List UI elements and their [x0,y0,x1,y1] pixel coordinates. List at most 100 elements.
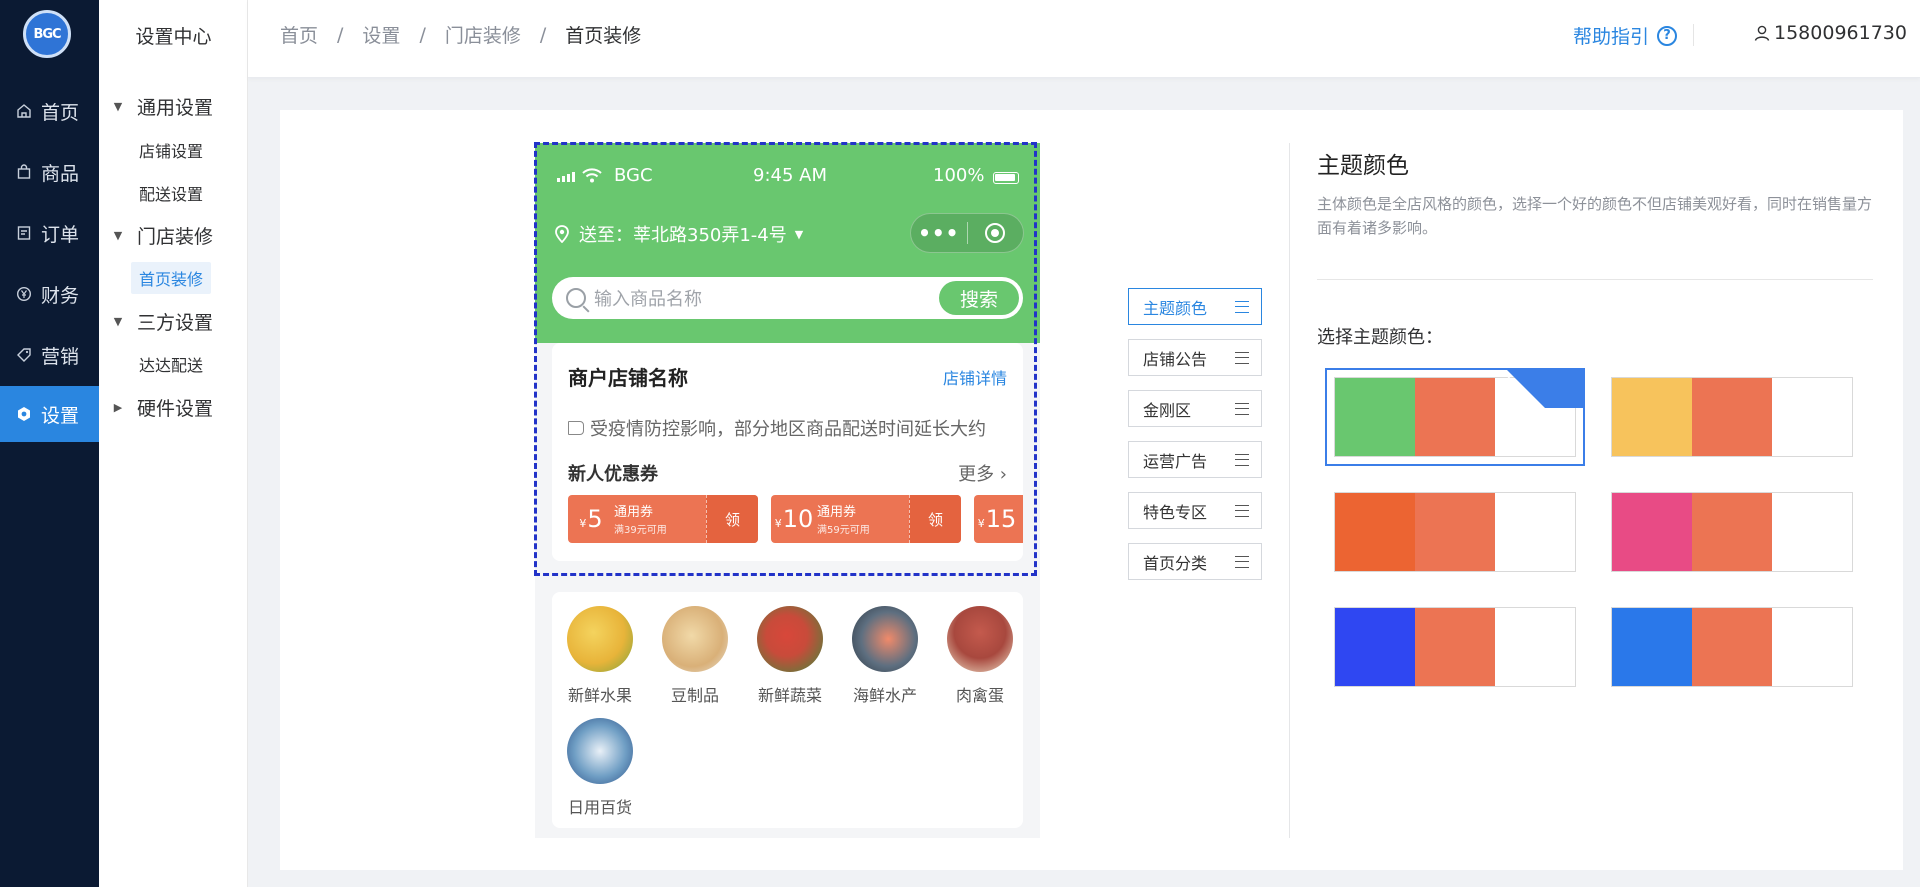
speaker-icon [568,421,584,435]
sidebar-item-delivery-settings[interactable]: 配送设置 [139,181,203,205]
coupon-card[interactable]: ¥5 通用券 满39元可用 领 [568,495,758,543]
swatch-secondary [1692,493,1772,571]
category-item[interactable]: 新鲜蔬菜 [750,606,830,706]
module-featured[interactable]: 特色专区 [1128,492,1262,529]
store-name: 商户店铺名称 [568,366,688,390]
category-image [757,606,823,672]
nav-item-label: 设置 [41,404,80,427]
drag-handle-icon[interactable] [1235,352,1249,364]
breadcrumb-item-store-decor[interactable]: 门店装修 [445,21,521,48]
nav-item-orders[interactable]: 订单 [0,205,99,261]
phone-top-section[interactable]: BGC 9:45 AM 100% 送至：莘北路350弄1-4号 ▼ ••• 输入… [534,142,1040,576]
coupon-card[interactable]: ¥15 [974,495,1023,543]
drag-handle-icon[interactable] [1235,301,1249,313]
nav-item-settings[interactable]: 设置 [0,386,99,442]
theme-swatch-orange[interactable] [1334,492,1576,572]
carrier-name: BGC [614,165,653,186]
category-item[interactable]: 海鲜水产 [845,606,925,706]
category-grid: 新鲜水果 豆制品 新鲜蔬菜 海鲜水产 肉禽蛋 日用百货 [552,592,1023,828]
wifi-icon [582,167,602,188]
coupon-amount: 10 [782,505,814,533]
swatch-primary [1335,608,1415,686]
category-label: 新鲜蔬菜 [757,686,822,705]
sidebar-title: 设置中心 [135,26,212,48]
coupon-section-title: 新人优惠券 [568,464,658,485]
theme-swatch-blue[interactable] [1611,607,1853,687]
sidebar-item-dada-delivery[interactable]: 达达配送 [139,352,203,376]
module-label: 运营广告 [1143,451,1208,471]
home-icon [16,103,32,119]
yen-icon [16,286,32,302]
sidebar-item-store-settings[interactable]: 店铺设置 [139,138,203,162]
category-item[interactable]: 肉禽蛋 [940,606,1020,706]
theme-swatch-pink[interactable] [1611,492,1853,572]
search-button[interactable]: 搜索 [939,281,1019,315]
category-image [567,606,633,672]
nav-item-finance[interactable]: 财务 [0,266,99,322]
panel-divider [1289,143,1290,838]
theme-swatch-indigo[interactable] [1334,607,1576,687]
theme-swatch-green[interactable]: ✓ [1325,368,1585,466]
drag-handle-icon[interactable] [1235,403,1249,415]
category-item[interactable]: 豆制品 [655,606,735,706]
category-label: 肉禽蛋 [955,686,1004,705]
category-item[interactable]: 新鲜水果 [560,606,640,706]
store-detail-link[interactable]: 店铺详情 [943,365,1007,389]
coupon-condition: 满39元可用 [614,525,667,536]
swatch-primary [1612,608,1692,686]
category-label: 新鲜水果 [567,686,632,705]
help-label: 帮助指引 [1573,26,1650,48]
module-ads[interactable]: 运营广告 [1128,441,1262,478]
header-divider [1693,24,1694,46]
close-target-icon[interactable] [967,223,1023,243]
nav-item-home[interactable]: 首页 [0,83,99,139]
breadcrumb-item-settings[interactable]: 设置 [362,21,400,48]
sidebar-group-general[interactable]: ▼ 通用设置 [109,93,213,120]
caret-right-icon: ▶ [113,401,123,414]
module-label: 店铺公告 [1143,349,1208,369]
breadcrumb-item-home[interactable]: 首页 [280,21,318,48]
delivery-address[interactable]: 送至：莘北路350弄1-4号 ▼ [555,221,803,247]
claim-coupon-button[interactable]: 领 [706,495,758,543]
coupon-currency: ¥ [579,517,587,530]
coupon-more-link[interactable]: 更多 › [958,460,1007,486]
choose-theme-label: 选择主题颜色： [1317,327,1443,348]
nav-item-marketing[interactable]: 营销 [0,327,99,383]
swatch-secondary [1692,608,1772,686]
coupon-card[interactable]: ¥10 通用券 满59元可用 领 [771,495,961,543]
sidebar-group-hardware[interactable]: ▶ 硬件设置 [109,394,213,421]
location-pin-icon [555,225,569,244]
panel-description: 主体颜色是全店风格的颜色，选择一个好的颜色不但店铺美观好看，同时在销售量方面有着… [1317,195,1873,237]
user-account[interactable]: 15800961730 [1753,22,1907,44]
nav-item-products[interactable]: 商品 [0,144,99,200]
drag-handle-icon[interactable] [1235,505,1249,517]
category-item[interactable]: 日用百货 [560,718,640,818]
battery-icon [993,172,1019,184]
sidebar-item-home-decor[interactable]: 首页装修 [131,262,212,294]
miniapp-capsule[interactable]: ••• [910,213,1024,253]
drag-handle-icon[interactable] [1235,556,1249,568]
nav-item-label: 首页 [41,101,80,124]
product-search-bar[interactable]: 输入商品名称 搜索 [552,277,1023,319]
store-notice: 受疫情防控影响，部分地区商品配送时间延长大约 [568,415,1018,441]
panel-divider-line [1317,279,1873,280]
swatch-white [1495,608,1575,686]
sidebar-group-label: 三方设置 [137,312,214,334]
module-theme-color[interactable]: 主题颜色 [1128,288,1262,325]
address-text: 送至：莘北路350弄1-4号 [579,225,787,246]
drag-handle-icon[interactable] [1235,454,1249,466]
sidebar-group-third-party[interactable]: ▼ 三方设置 [109,308,213,335]
user-phone: 15800961730 [1774,22,1907,44]
theme-swatch-yellow[interactable] [1611,377,1853,457]
sidebar-group-store-decor[interactable]: ▼ 门店装修 [109,222,213,249]
swatch-white [1772,378,1852,456]
module-home-categories[interactable]: 首页分类 [1128,543,1262,580]
more-dots-icon[interactable]: ••• [911,221,967,245]
nav-item-label: 营销 [41,345,80,368]
claim-coupon-button[interactable]: 领 [909,495,961,543]
swatch-primary [1612,493,1692,571]
search-icon [566,288,586,308]
help-guide-link[interactable]: 帮助指引 ? [1573,22,1678,49]
module-king-kong-area[interactable]: 金刚区 [1128,390,1262,427]
module-store-notice[interactable]: 店铺公告 [1128,339,1262,376]
